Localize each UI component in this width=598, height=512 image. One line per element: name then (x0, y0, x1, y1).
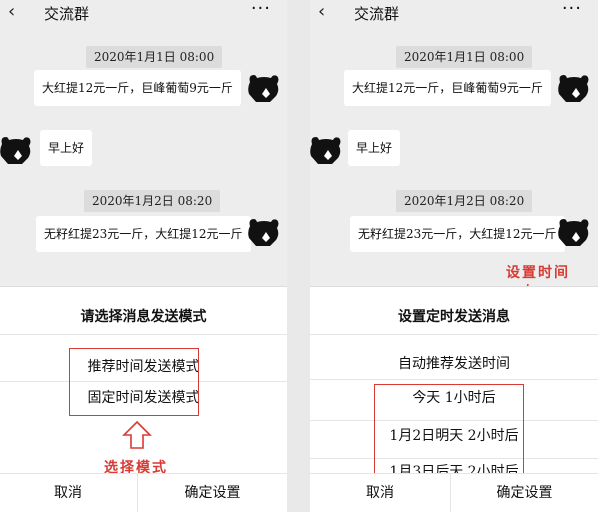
highlight-box (69, 348, 199, 416)
message-bubble[interactable]: 早上好 (40, 130, 93, 166)
chat-title: 交流群 (354, 5, 400, 23)
annotation-set-time: 设置时间 (506, 265, 570, 281)
sheet-title: 设置定时发送消息 (398, 309, 510, 325)
chat-header: ‹ 交流群 ··· (0, 0, 287, 26)
timestamp: 2020年1月1日 08:00 (86, 46, 223, 68)
bear-avatar-icon[interactable] (310, 134, 344, 166)
bear-avatar-icon[interactable] (0, 134, 34, 166)
message-bubble[interactable]: 无籽红提23元一斤，大红提12元一斤 (350, 216, 565, 252)
left-phone-screen: ‹ 交流群 ··· 2020年1月1日 08:00 大红提12元一斤，巨峰葡萄9… (0, 0, 287, 512)
back-arrow-icon[interactable]: ‹ (318, 1, 325, 22)
up-arrow-icon (122, 420, 152, 449)
bear-avatar-icon[interactable] (246, 216, 282, 248)
cancel-button[interactable]: 取消 (0, 474, 136, 512)
message-bubble[interactable]: 早上好 (348, 130, 401, 166)
message-bubble[interactable]: 大红提12元一斤，巨峰葡萄9元一斤 (34, 70, 241, 106)
sheet-title: 请选择消息发送模式 (80, 309, 207, 325)
sheet-footer: 取消 确定设置 (310, 473, 598, 512)
bear-avatar-icon[interactable] (246, 72, 282, 104)
timestamp: 2020年1月2日 08:20 (84, 190, 221, 212)
divider (310, 379, 598, 380)
scheduled-send-sheet: 设置定时发送消息 自动推荐发送时间 今天 1小时后 1月2日明天 2小时后 1月… (310, 286, 598, 512)
divider (0, 334, 287, 335)
cancel-button[interactable]: 取消 (310, 474, 450, 512)
more-options-icon[interactable]: ··· (251, 0, 271, 19)
send-mode-sheet: 请选择消息发送模式 推荐时间发送模式 固定时间发送模式 选择模式 取消 确定设置 (0, 286, 287, 512)
confirm-settings-button[interactable]: 确定设置 (138, 474, 287, 512)
right-phone-screen: ‹ 交流群 ··· 2020年1月1日 08:00 大红提12元一斤，巨峰葡萄9… (310, 0, 598, 512)
timestamp: 2020年1月2日 08:20 (396, 190, 533, 212)
bear-avatar-icon[interactable] (556, 216, 592, 248)
timestamp: 2020年1月1日 08:00 (396, 46, 533, 68)
bear-avatar-icon[interactable] (556, 72, 592, 104)
more-options-icon[interactable]: ··· (562, 0, 582, 19)
message-bubble[interactable]: 大红提12元一斤，巨峰葡萄9元一斤 (344, 70, 551, 106)
confirm-settings-button[interactable]: 确定设置 (451, 474, 598, 512)
message-bubble[interactable]: 无籽红提23元一斤，大红提12元一斤 (36, 216, 251, 252)
chat-header: ‹ 交流群 ··· (310, 0, 598, 26)
panel-gap (287, 0, 310, 512)
auto-recommend-time-option[interactable]: 自动推荐发送时间 (310, 349, 598, 379)
highlight-box (374, 384, 524, 476)
divider (310, 334, 598, 335)
chat-title: 交流群 (44, 5, 90, 23)
sheet-footer: 取消 确定设置 (0, 473, 287, 512)
back-arrow-icon[interactable]: ‹ (8, 1, 15, 22)
